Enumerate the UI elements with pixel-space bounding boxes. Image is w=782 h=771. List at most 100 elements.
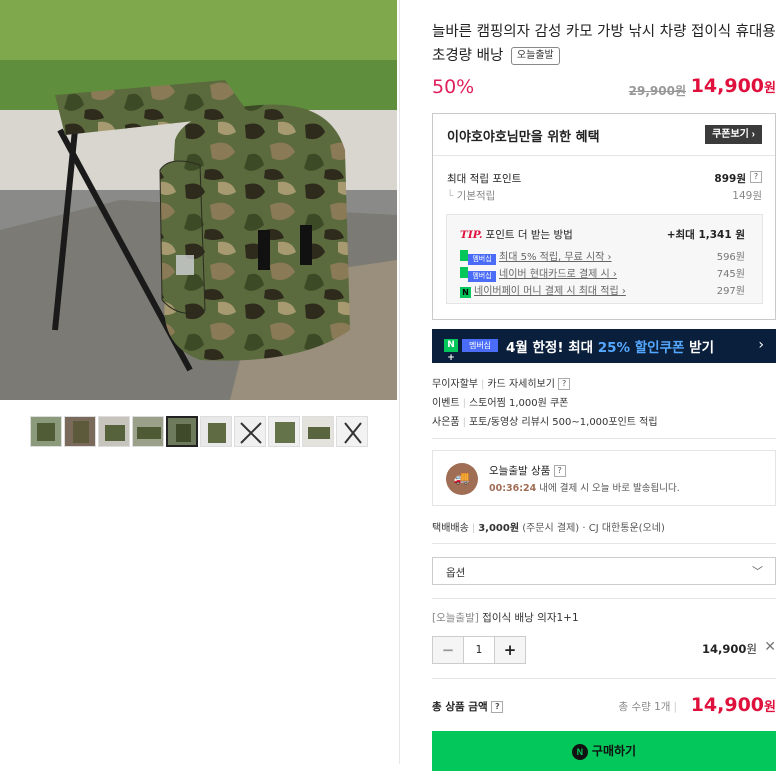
total-price-number: 14,900 (690, 694, 765, 716)
sale-price-number: 14,900 (690, 75, 765, 97)
shipping-key: 택배배송 (432, 523, 469, 534)
today-shipping-title: 오늘출발 상품 ? (489, 463, 566, 478)
benefit-box: 이야호야호님만을 위한 혜택 쿠폰보기 › 최대 적립 포인트 899원 ? └… (432, 113, 776, 320)
product-main-image[interactable] (0, 0, 397, 400)
membership-coupon-banner[interactable]: N + 멤버십 4월 한정! 최대 25% 할인쿠폰 받기 › (432, 329, 776, 363)
today-shipping-badge: 오늘출발 (510, 47, 560, 65)
thumbnail[interactable] (336, 416, 368, 447)
remove-option-icon[interactable]: ✕ (764, 639, 776, 655)
total-label: 총 상품 금액 ? (432, 699, 504, 714)
total-count: 총 수량 1개 | (618, 701, 677, 713)
countdown-timer: 00:36:24 (489, 483, 537, 494)
divider (432, 543, 776, 544)
naver-plus-icon: N + (444, 339, 458, 363)
total-price: 14,900원 (691, 694, 776, 716)
max-points-row: 최대 적립 포인트 899원 ? (447, 171, 762, 186)
today-shipping-sub: 00:36:24 내에 결제 시 오늘 바로 발송됩니다. (489, 480, 680, 494)
quantity-stepper: − 1 + (432, 636, 526, 664)
help-icon[interactable]: ? (553, 465, 566, 477)
total-count-text: 총 수량 1개 (618, 701, 671, 713)
banner-text-highlight: 25% 할인쿠폰 (597, 340, 685, 356)
tip-max-points: +최대 1,341 원 (666, 229, 745, 241)
thumbnail[interactable] (268, 416, 300, 447)
membership-tag: 멤버십 (462, 339, 498, 352)
tip-item-label: 네이버 현대카드로 결제 시 › (499, 269, 617, 280)
banner-text-post: 받기 (684, 340, 714, 356)
indent-icon: └ (447, 190, 457, 202)
option-line-price: 14,900원 (702, 641, 757, 657)
option-select-label: 옵션 (446, 567, 466, 579)
max-points-value: 899원 (714, 173, 746, 185)
tip-item-npay[interactable]: N 네이버페이 머니 결제 시 최대 적립 › 297원 (460, 282, 745, 298)
tip-item-value: 745원 (716, 269, 745, 280)
chevron-down-icon: ﹀ (752, 565, 763, 578)
today-shipping-sub-text: 내에 결제 시 오늘 바로 발송됩니다. (536, 483, 680, 494)
banner-text: 4월 한정! 최대 25% 할인쿠폰 받기 (506, 336, 714, 356)
info-key: 이벤트 (432, 398, 460, 409)
thumbnail-strip (30, 416, 368, 447)
shipping-carrier: · CJ 대한통운(오네) (579, 523, 665, 534)
increase-quantity-button[interactable]: + (495, 637, 525, 663)
quantity-input[interactable]: 1 (463, 637, 495, 663)
shipping-price: 3,000원 (478, 523, 520, 534)
option-line-price-unit: 원 (746, 642, 757, 656)
npay-icon: N (571, 744, 588, 760)
membership-tag: 멤버십 (468, 271, 496, 282)
selected-option-name: [오늘출발] 접이식 배낭 의자1+1 (432, 610, 579, 625)
thumbnail[interactable] (234, 416, 266, 447)
max-points-label: 최대 적립 포인트 (447, 173, 522, 185)
buy-button-label: 구매하기 (591, 744, 637, 758)
camo-chair-backpack-image (0, 0, 397, 400)
tip-item-label: 네이버페이 머니 결제 시 최대 적립 › (474, 286, 626, 297)
benefit-header: 이야호야호님만을 위한 혜택 쿠폰보기 › (433, 114, 775, 156)
base-points-label: 기본적립 (456, 190, 496, 202)
naver-plus-icon (460, 267, 468, 278)
shipping-row: 택배배송 | 3,000원 (주문시 결제) · CJ 대한통운(오네) (432, 523, 665, 534)
thumbnail-active[interactable] (166, 416, 198, 447)
chevron-right-icon: › (758, 337, 764, 353)
thumbnail[interactable] (64, 416, 96, 447)
option-select[interactable]: 옵션 ﹀ (432, 557, 776, 585)
decrease-quantity-button[interactable]: − (433, 637, 463, 663)
base-points-row: └ 기본적립 149원 (447, 188, 762, 203)
tip-item-label: 최대 5% 적립, 무료 시작 › (499, 252, 612, 263)
thumbnail[interactable] (200, 416, 232, 447)
card-detail-link[interactable]: 카드 자세히보기 (487, 379, 555, 390)
banner-text-pre: 4월 한정! 최대 (506, 340, 598, 356)
base-points-value: 149원 (732, 190, 762, 202)
info-key: 사은품 (432, 417, 460, 428)
tip-title: TIP. 포인트 더 받는 방법 (460, 227, 573, 242)
tip-box: TIP. 포인트 더 받는 방법 +최대 1,341 원 멤버십 최대 5% 적립,… (446, 214, 763, 304)
tip-title-text: 포인트 더 받는 방법 (485, 229, 573, 241)
help-icon[interactable]: ? (558, 378, 571, 390)
thumbnail[interactable] (302, 416, 334, 447)
total-row: 총 상품 금액 ? 총 수량 1개 | 14,900원 (432, 693, 776, 719)
divider (432, 678, 776, 679)
help-icon[interactable]: ? (750, 171, 762, 183)
original-price: 29,900원 (628, 84, 686, 98)
product-gallery (0, 0, 400, 764)
total-label-text: 총 상품 금액 (432, 701, 488, 713)
tip-item-value: 596원 (716, 252, 745, 263)
help-icon[interactable]: ? (491, 701, 504, 713)
tip-item-card[interactable]: 멤버십 네이버 현대카드로 결제 시 › 745원 (460, 265, 745, 282)
info-row-installment: 무이자할부 | 카드 자세히보기 ? (432, 375, 571, 390)
sale-price: 14,900원 (691, 75, 776, 97)
buy-button[interactable]: N 구매하기 (432, 731, 776, 771)
today-shipping-title-text: 오늘출발 상품 (489, 465, 551, 477)
view-coupon-button[interactable]: 쿠폰보기 › (705, 125, 762, 144)
thumbnail[interactable] (30, 416, 62, 447)
divider (432, 438, 776, 439)
divider (432, 598, 776, 599)
discount-rate: 50% (432, 76, 475, 98)
thumbnail[interactable] (132, 416, 164, 447)
info-row-gift: 사은품 | 포토/동영상 리뷰시 500~1,000포인트 적립 (432, 417, 658, 428)
membership-tag: 멤버십 (468, 254, 496, 265)
truck-icon: 🚚 (446, 463, 478, 495)
price-row: 50% 29,900원 14,900원 (432, 74, 776, 104)
thumbnail[interactable] (98, 416, 130, 447)
info-value: 포토/동영상 리뷰시 500~1,000포인트 적립 (468, 417, 658, 428)
tip-item-membership[interactable]: 멤버십 최대 5% 적립, 무료 시작 › 596원 (460, 248, 745, 265)
info-key: 무이자할부 (432, 379, 478, 390)
total-price-unit: 원 (764, 700, 776, 715)
